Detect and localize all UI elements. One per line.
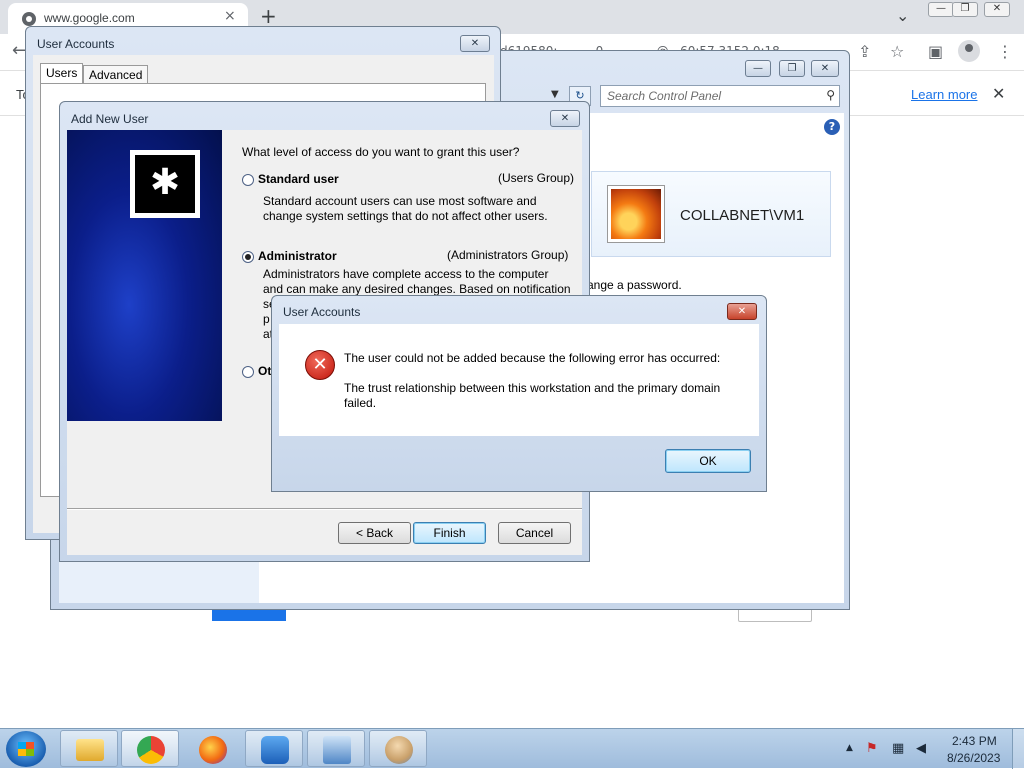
- administrator-desc-1: Administrators have complete access to t…: [263, 267, 549, 281]
- cp-minimize-button[interactable]: —: [745, 60, 771, 77]
- window-minimize-button[interactable]: —: [928, 2, 954, 17]
- users-group-label: (Users Group): [498, 171, 575, 185]
- user-name: COLLABNET\VM1: [680, 207, 805, 224]
- administrator-desc-2: and can make any desired changes. Based …: [263, 282, 571, 296]
- search-control-panel-input[interactable]: Search Control Panel ⚲: [600, 85, 840, 107]
- change-password-link[interactable]: ange a password.: [587, 278, 682, 292]
- taskbar-user-accounts[interactable]: [369, 730, 427, 767]
- add-new-user-title: Add New User: [71, 112, 149, 126]
- taskbar-chrome[interactable]: [121, 730, 179, 767]
- tab-search-button[interactable]: ⌄: [896, 6, 909, 25]
- window-close-button[interactable]: ✕: [984, 2, 1010, 17]
- network-icon[interactable]: ▦: [892, 741, 904, 756]
- tray-expand-icon[interactable]: ▲: [846, 743, 853, 753]
- learn-more-link[interactable]: Learn more: [911, 87, 977, 102]
- standard-user-desc-1: Standard account users can use most soft…: [263, 194, 537, 208]
- globe-icon: [22, 12, 36, 26]
- cancel-button[interactable]: Cancel: [498, 522, 571, 544]
- keys-logo-icon: ✱: [130, 150, 200, 218]
- finish-button[interactable]: Finish: [413, 522, 486, 544]
- tab-users[interactable]: Users: [40, 63, 84, 83]
- error-detail-line-1: The trust relationship between this work…: [344, 381, 721, 395]
- search-placeholder: Search Control Panel: [607, 89, 722, 103]
- standard-user-desc-2: change system settings that do not affec…: [263, 209, 548, 223]
- error-dialog: User Accounts ✕ ✕ The user could not be …: [271, 295, 767, 492]
- other-radio[interactable]: [242, 366, 254, 378]
- action-center-icon[interactable]: ⚑: [866, 741, 878, 756]
- administrator-label[interactable]: Administrator: [258, 249, 337, 263]
- users-icon: [385, 736, 413, 764]
- taskbar-explorer[interactable]: [60, 730, 118, 767]
- folder-icon: [76, 739, 104, 761]
- show-desktop-button[interactable]: [1012, 729, 1024, 769]
- user-accounts-close-button[interactable]: ✕: [460, 35, 490, 52]
- other-label[interactable]: Ot: [258, 364, 271, 378]
- tab-title: www.google.com: [44, 11, 135, 25]
- user-accounts-title: User Accounts: [37, 37, 115, 51]
- start-button[interactable]: [6, 731, 46, 767]
- taskbar-control-panel[interactable]: [307, 730, 365, 767]
- help-icon[interactable]: ?: [824, 119, 840, 135]
- cp-close-button[interactable]: ✕: [811, 60, 839, 77]
- side-panel-icon[interactable]: ▣: [928, 42, 943, 61]
- clock-time[interactable]: 2:43 PM: [952, 734, 997, 748]
- standard-user-radio[interactable]: [242, 174, 254, 186]
- user-card: COLLABNET\VM1: [591, 171, 831, 257]
- address-dropdown-icon[interactable]: ▼: [551, 89, 559, 100]
- window-restore-button[interactable]: ❐: [952, 2, 978, 17]
- cp-maximize-button[interactable]: ❐: [779, 60, 805, 77]
- add-new-user-close-button[interactable]: ✕: [550, 110, 580, 127]
- tab-close-icon[interactable]: ×: [224, 8, 236, 24]
- volume-muted-icon[interactable]: ◀: [916, 741, 926, 756]
- wizard-banner-image: ✱: [67, 130, 222, 421]
- new-tab-button[interactable]: +: [260, 4, 277, 28]
- infobar-close-icon[interactable]: ✕: [992, 84, 1005, 103]
- administrators-group-label: (Administrators Group): [447, 248, 569, 262]
- search-icon[interactable]: ⚲: [826, 88, 835, 102]
- standard-user-label[interactable]: Standard user: [258, 172, 339, 186]
- taskbar-firefox[interactable]: [183, 730, 241, 767]
- error-message-area: ✕ The user could not be added because th…: [279, 324, 759, 436]
- administrator-desc-4: p: [263, 312, 270, 326]
- error-message: The user could not be added because the …: [344, 351, 721, 365]
- share-icon[interactable]: ⇪: [858, 42, 871, 61]
- back-button[interactable]: < Back: [338, 522, 411, 544]
- clock-date[interactable]: 8/26/2023: [947, 751, 1000, 765]
- tab-advanced[interactable]: Advanced: [83, 65, 149, 85]
- error-detail-line-2: failed.: [344, 396, 377, 410]
- shield-icon: [261, 736, 289, 764]
- bookmark-star-icon[interactable]: ☆: [890, 42, 904, 61]
- taskbar-security[interactable]: [245, 730, 303, 767]
- taskbar: ▲ ⚑ ▦ ◀ 2:43 PM 8/26/2023: [0, 728, 1024, 769]
- access-question: What level of access do you want to gran…: [242, 145, 520, 159]
- wizard-separator: [67, 508, 582, 510]
- more-menu-icon[interactable]: ⋮: [997, 42, 1013, 61]
- ok-button[interactable]: OK: [665, 449, 751, 473]
- control-panel-icon: [323, 736, 351, 764]
- user-picture: [608, 186, 664, 242]
- chrome-icon: [137, 736, 165, 764]
- error-dialog-title: User Accounts: [283, 305, 361, 319]
- profile-avatar-icon[interactable]: [958, 40, 980, 62]
- error-close-button[interactable]: ✕: [727, 303, 757, 320]
- asterisk-key-icon: ✱: [135, 155, 195, 213]
- firefox-icon: [199, 736, 227, 764]
- error-icon: ✕: [305, 350, 335, 380]
- administrator-radio[interactable]: [242, 251, 254, 263]
